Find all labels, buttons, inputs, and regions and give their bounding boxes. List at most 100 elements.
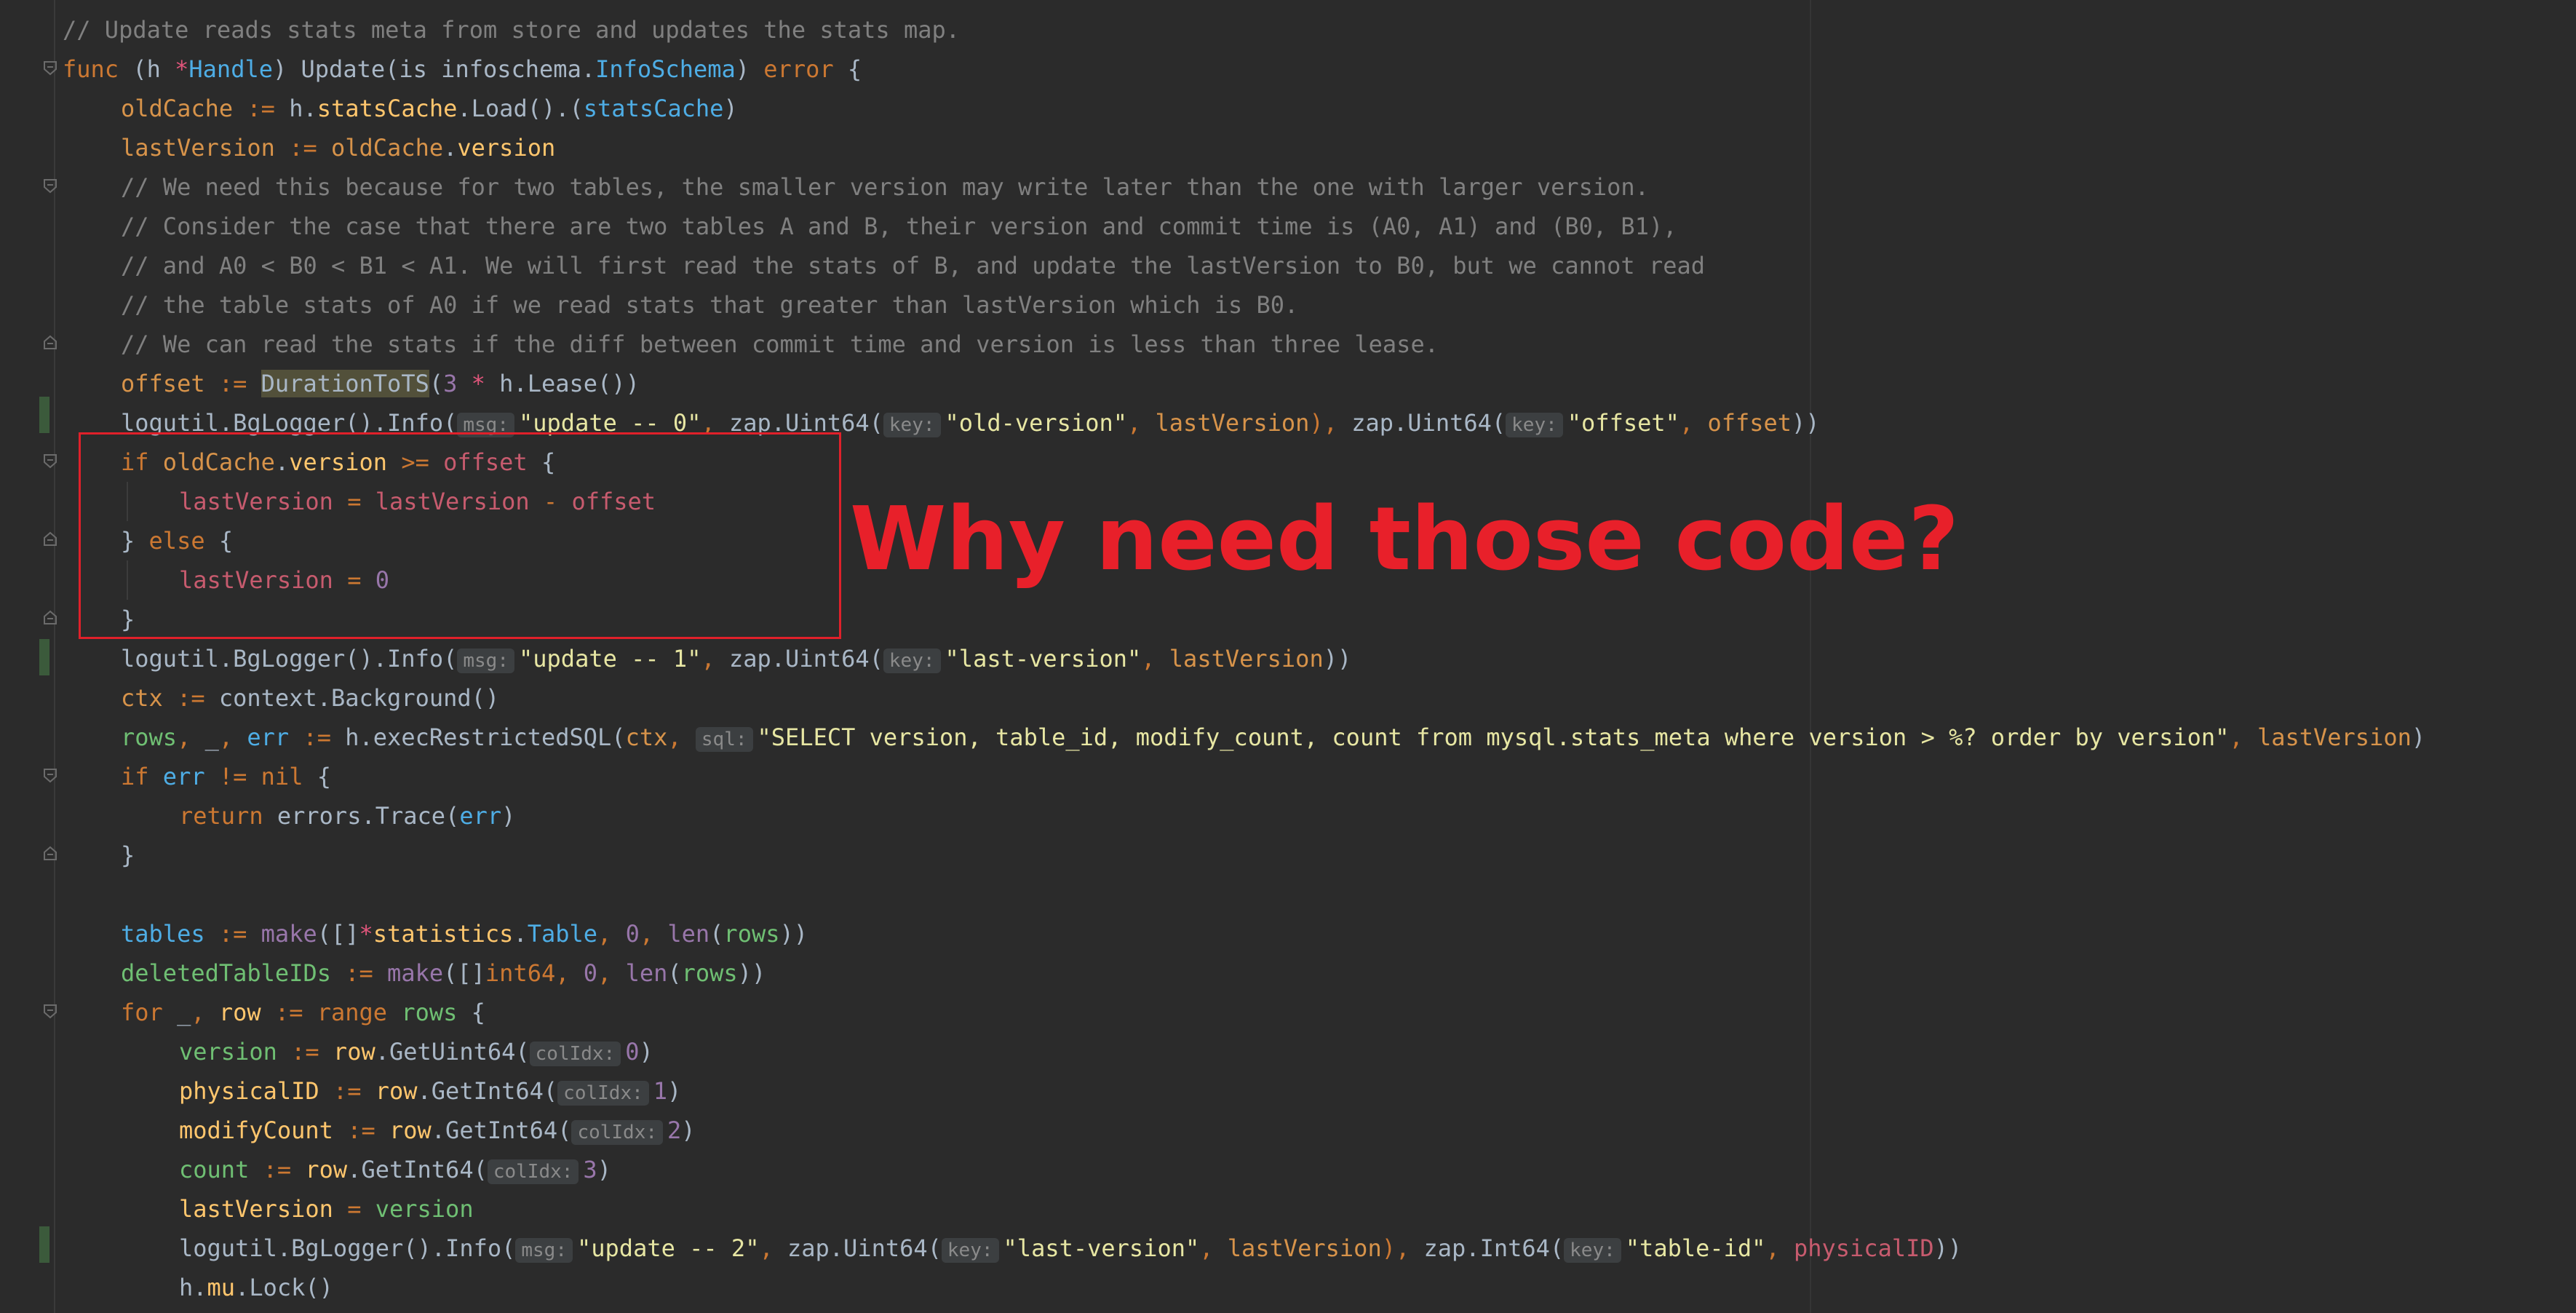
code-token: rows [723, 920, 780, 948]
code-token: . [347, 1156, 362, 1183]
code-token: version [457, 134, 556, 162]
code-token: infoschema [441, 55, 581, 83]
code-token: . [1394, 409, 1408, 437]
param-hint: msg: [457, 648, 514, 673]
fold-close-icon[interactable] [42, 531, 58, 547]
code-lines[interactable]: // Update reads stats meta from store an… [63, 10, 2425, 1307]
vcs-change-marker[interactable] [39, 639, 49, 675]
code-token: BgLogger [291, 1234, 404, 1262]
code-token: ) [597, 1156, 611, 1183]
gutter-divider [54, 0, 55, 1313]
code-token: GetInt64 [445, 1116, 558, 1144]
code-token: , [597, 920, 626, 948]
code-token: (). [345, 645, 388, 673]
code-token: , [191, 999, 219, 1026]
code-line: func (h *Handle) Update(is infoschema.In… [63, 49, 2425, 89]
fold-open-icon[interactable] [42, 178, 58, 194]
code-token: "table-id" [1625, 1234, 1766, 1262]
code-token: ( [445, 802, 460, 830]
code-line: modifyCount := row.GetInt64(colIdx: 2) [63, 1111, 2425, 1150]
param-hint: sql: [695, 727, 753, 752]
vcs-change-marker[interactable] [39, 397, 49, 433]
code-line: ctx := context.Background() [63, 678, 2425, 718]
code-token: deletedTableIDs [121, 959, 331, 987]
code-line: lastVersion = version [63, 1189, 2425, 1229]
code-token: is [399, 55, 427, 83]
fold-close-icon[interactable] [42, 610, 58, 626]
code-token: BgLogger [233, 645, 346, 673]
code-line: logutil.BgLogger().Info(msg: "update -- 2… [63, 1229, 2425, 1268]
code-line: offset := DurationToTS(3 * h.Lease()) [63, 364, 2425, 403]
code-comment: // the table stats of A0 if we read stat… [121, 291, 1299, 319]
code-token: { [833, 55, 862, 83]
code-line: // Consider the case that there are two … [63, 207, 2425, 246]
fold-open-icon[interactable] [42, 453, 58, 469]
vcs-change-marker[interactable] [39, 1226, 49, 1263]
code-token: ) [639, 1038, 653, 1066]
code-token: . [443, 134, 458, 162]
code-token: { [457, 999, 485, 1026]
code-token: ) [681, 1116, 696, 1144]
code-token: h [345, 723, 359, 751]
code-token: h [499, 370, 514, 397]
code-token: ([] [317, 920, 359, 948]
fold-open-icon[interactable] [42, 767, 58, 783]
code-token: , [218, 723, 247, 751]
code-token: ctx [625, 723, 668, 751]
fold-open-icon[interactable] [42, 60, 58, 76]
code-token: ctx [121, 684, 163, 712]
code-token: row [218, 999, 261, 1026]
code-token: := [233, 95, 290, 122]
code-line: oldCache := h.statsCache.Load().(statsCa… [63, 89, 2425, 128]
code-comment: // We can read the stats if the diff bet… [121, 330, 1439, 358]
code-token: ( [927, 1234, 942, 1262]
code-editor[interactable]: // Update reads stats meta from store an… [0, 0, 2576, 1313]
code-token: statsCache [317, 95, 458, 122]
code-token: . [829, 1234, 844, 1262]
code-token: ( [385, 55, 399, 83]
code-token: . [359, 723, 373, 751]
code-token: . [235, 1274, 250, 1301]
code-token: len [667, 920, 710, 948]
code-token: 0 [583, 959, 598, 987]
code-token: zap [787, 1234, 830, 1262]
code-token: if [121, 763, 149, 790]
code-token: err [162, 763, 205, 790]
code-token: . [317, 684, 331, 712]
code-token: Info [387, 645, 444, 673]
param-hint: msg: [515, 1238, 573, 1263]
code-line: version := row.GetUint64(colIdx: 0) [63, 1032, 2425, 1071]
code-token: . [431, 1116, 446, 1144]
code-comment: // Update reads stats meta from store an… [63, 16, 960, 44]
code-line: if err != nil { [63, 757, 2425, 796]
code-token: version [375, 1195, 474, 1223]
code-token: . [417, 1077, 432, 1105]
code-token: { [303, 763, 331, 790]
fold-close-icon[interactable] [42, 846, 58, 862]
code-token: ( [473, 1156, 488, 1183]
param-hint: key: [883, 413, 941, 437]
code-token: ( [501, 1234, 516, 1262]
code-token: 0 [625, 920, 640, 948]
code-token: := [289, 723, 346, 751]
fold-open-icon[interactable] [42, 1003, 58, 1019]
code-token: oldCache [330, 134, 444, 162]
code-token: lastVersion [1227, 1234, 1382, 1262]
fold-close-icon[interactable] [42, 335, 58, 351]
code-token: . [277, 1234, 292, 1262]
code-token: () [305, 1274, 333, 1301]
code-token: ), [1309, 409, 1352, 437]
code-token: "last-version" [1003, 1234, 1200, 1262]
code-token: , [667, 723, 696, 751]
code-token: for [121, 999, 163, 1026]
code-token: . [513, 920, 528, 948]
code-token: modifyCount [179, 1116, 333, 1144]
code-token: ( [709, 920, 724, 948]
code-token: * [457, 370, 500, 397]
